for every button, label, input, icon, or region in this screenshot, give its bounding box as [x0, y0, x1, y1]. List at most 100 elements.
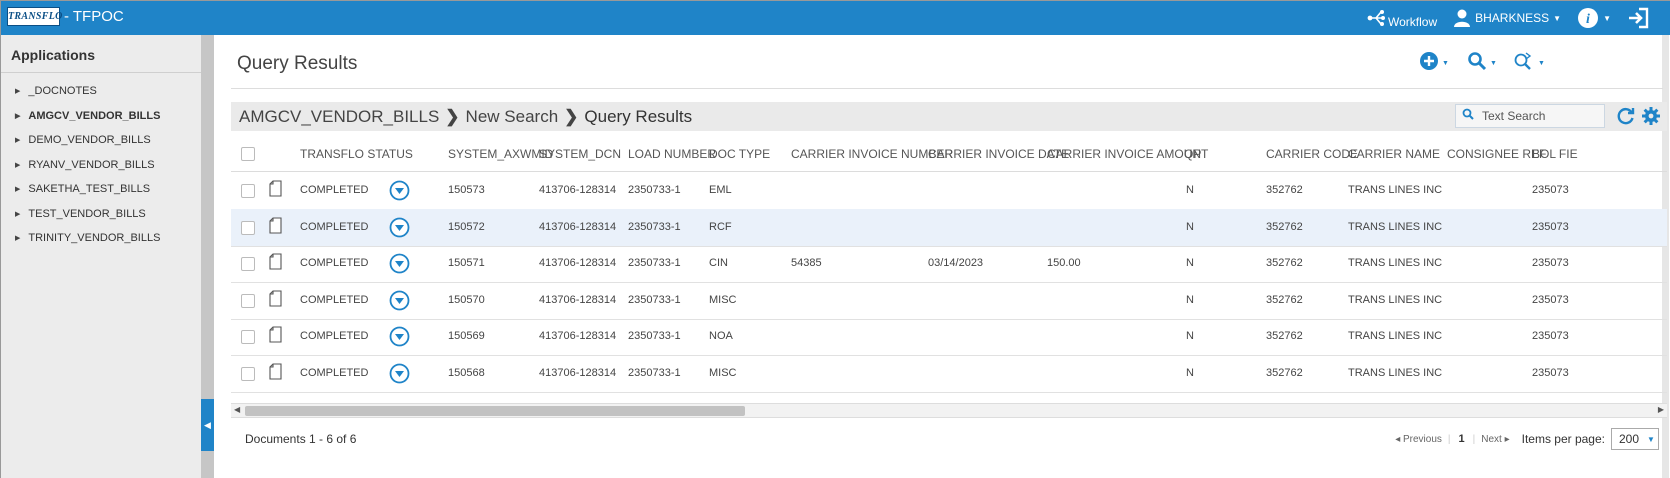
sidebar-item-ryanv-vendor-bills[interactable]: ▶ RYANV_VENDOR_BILLS	[15, 153, 160, 178]
sidebar-item-label: SAKETHA_TEST_BILLS	[28, 183, 151, 196]
sidebar-item-demo-vendor-bills[interactable]: ▶ DEMO_VENDOR_BILLS	[15, 128, 160, 153]
text-search-box[interactable]	[1455, 104, 1605, 128]
cell-carrier-code: 352762	[1266, 330, 1303, 342]
sidebar-divider	[1, 72, 201, 73]
document-icon[interactable]	[269, 216, 282, 239]
horizontal-scrollbar[interactable]: ◀ ▶	[231, 403, 1667, 418]
cell-doc-type: NOA	[709, 330, 733, 342]
document-icon[interactable]	[269, 289, 282, 312]
sidebar-item-amgcv-vendor-bills[interactable]: ▶ AMGCV_VENDOR_BILLS	[15, 104, 160, 129]
document-icon[interactable]	[269, 253, 282, 275]
cell-bol-field: 235073	[1532, 184, 1569, 196]
download-icon[interactable]	[389, 326, 410, 352]
logout-button[interactable]	[1627, 7, 1649, 29]
breadcrumb-item-new-search[interactable]: New Search	[466, 107, 559, 127]
column-header-system-axwmid[interactable]: SYSTEM_AXWMID	[448, 147, 553, 161]
expand-arrow-icon: ▶	[15, 112, 21, 120]
next-page-link[interactable]: Next ▸	[1481, 434, 1509, 445]
document-icon[interactable]	[269, 180, 282, 202]
cell-carrier-name: TRANS LINES INC	[1348, 366, 1443, 379]
text-search-input[interactable]	[1482, 109, 1600, 123]
cell-load-number: 2350733-1	[628, 184, 681, 196]
column-header-carrier-name[interactable]: CARRIER NAME	[1348, 147, 1440, 161]
pager-divider: |	[1472, 433, 1476, 445]
table-row[interactable]: COMPLETED 150573 413706-128314 2350733-1 EML…	[231, 172, 1667, 210]
add-menu-button[interactable]: ▼	[1419, 51, 1449, 76]
transflo-logo[interactable]: TRANSFLO	[7, 7, 62, 26]
workflow-label: Workflow	[1388, 15, 1438, 29]
user-menu[interactable]: BHARKNESS ▼	[1453, 8, 1561, 28]
refresh-button[interactable]	[1616, 106, 1636, 131]
column-header-system-dcn[interactable]: SYSTEM_DCN	[539, 147, 621, 161]
table-row[interactable]: COMPLETED 150572 413706-128314 2350733-1 RCF…	[231, 208, 1667, 247]
sidebar-item-saketha-test-bills[interactable]: ▶ SAKETHA_TEST_BILLS	[15, 177, 160, 202]
cell-carrier-invoice-amount: 150.00	[1047, 257, 1081, 269]
workflow-icon	[1366, 8, 1388, 28]
document-icon[interactable]	[269, 362, 282, 385]
row-checkbox[interactable]	[241, 220, 255, 235]
previous-page-link[interactable]: ◂ Previous	[1395, 434, 1442, 445]
search-menu-button[interactable]: ▼	[1467, 51, 1497, 76]
column-header-transflo-status[interactable]: TRANSFLO STATUS	[300, 147, 413, 161]
sidebar-item-docnotes[interactable]: ▶ _DOCNOTES	[15, 79, 160, 104]
sidebar-item-test-vendor-bills[interactable]: ▶ TEST_VENDOR_BILLS	[15, 202, 160, 227]
breadcrumb-item-current: Query Results	[584, 107, 693, 126]
info-menu[interactable]: i ▼	[1577, 7, 1611, 29]
cell-bol-field: 235073	[1532, 330, 1569, 342]
current-page-number[interactable]: 1	[1459, 433, 1465, 445]
download-icon[interactable]	[389, 217, 410, 243]
row-checkbox[interactable]	[241, 330, 255, 344]
expand-arrow-icon: ▶	[15, 137, 21, 145]
cell-qp: N	[1186, 366, 1194, 379]
row-checkbox[interactable]	[241, 366, 255, 381]
cell-load-number: 2350733-1	[628, 220, 681, 233]
download-icon[interactable]	[389, 363, 410, 389]
items-per-page-label: Items per page:	[1521, 432, 1605, 446]
table-row[interactable]: COMPLETED 150568 413706-128314 2350733-1 MIS…	[231, 355, 1667, 393]
scroll-left-icon[interactable]: ◀	[234, 405, 240, 414]
workflow-menu[interactable]: Workflow	[1366, 7, 1437, 29]
download-icon[interactable]	[389, 290, 410, 316]
download-icon[interactable]	[389, 253, 410, 279]
row-checkbox[interactable]	[241, 257, 255, 271]
cell-carrier-code: 352762	[1266, 184, 1303, 196]
collapse-sidebar-button[interactable]: ◀	[201, 399, 214, 451]
advanced-search-menu-button[interactable]: ▼	[1513, 51, 1545, 76]
sidebar-item-label: _DOCNOTES	[28, 85, 97, 98]
table-row[interactable]: COMPLETED 150570 413706-128314 2350733-1 MIS…	[231, 282, 1667, 320]
table-row[interactable]: COMPLETED 150571 413706-128314 2350733-1 CIN…	[231, 245, 1667, 283]
download-icon[interactable]	[389, 180, 410, 206]
cell-load-number: 2350733-1	[628, 293, 681, 306]
row-checkbox[interactable]	[241, 184, 255, 198]
cell-transflo-status: COMPLETED	[300, 330, 369, 342]
document-icon[interactable]	[269, 326, 282, 348]
column-header-carrier-code[interactable]: CARRIER CODE	[1266, 147, 1358, 161]
chevron-down-icon: ▼	[1553, 13, 1562, 23]
sidebar-item-trinity-vendor-bills[interactable]: ▶ TRINITY_VENDOR_BILLS	[15, 226, 160, 251]
cell-load-number: 2350733-1	[628, 257, 681, 269]
page-title: Query Results	[237, 53, 358, 74]
cell-system-axwmid: 150568	[448, 366, 485, 379]
cell-system-dcn: 413706-128314	[539, 293, 617, 306]
scroll-right-icon[interactable]: ▶	[1658, 405, 1664, 414]
breadcrumb-item-application[interactable]: AMGCV_VENDOR_BILLS	[239, 107, 439, 127]
settings-button[interactable]	[1641, 106, 1661, 131]
column-header-bol-field[interactable]: BOL FIE	[1532, 147, 1578, 161]
cell-system-axwmid: 150571	[448, 257, 485, 269]
column-header-qp[interactable]: QP	[1184, 147, 1201, 161]
cell-carrier-name: TRANS LINES INC	[1348, 184, 1443, 196]
refresh-icon	[1616, 108, 1636, 130]
row-checkbox[interactable]	[241, 293, 255, 308]
cell-carrier-code: 352762	[1266, 366, 1303, 379]
table-row[interactable]: COMPLETED 150569 413706-128314 2350733-1 NOA…	[231, 318, 1667, 356]
cell-doc-type: EML	[709, 184, 732, 196]
horizontal-scrollbar-thumb[interactable]	[245, 406, 745, 416]
column-header-load-number[interactable]: LOAD NUMBER	[628, 147, 716, 161]
cell-bol-field: 235073	[1532, 257, 1569, 269]
breadcrumb: AMGCV_VENDOR_BILLS ❯ New Search ❯ Query …	[239, 107, 692, 127]
select-all-checkbox[interactable]	[241, 147, 255, 161]
sidebar-list: ▶ _DOCNOTES ▶ AMGCV_VENDOR_BILLS ▶ DEMO_VEN…	[15, 79, 160, 251]
cell-carrier-invoice-date: 03/14/2023	[928, 257, 984, 269]
items-per-page-select[interactable]: 200 ▼	[1611, 428, 1659, 450]
column-header-doc-type[interactable]: DOC TYPE	[709, 147, 770, 161]
